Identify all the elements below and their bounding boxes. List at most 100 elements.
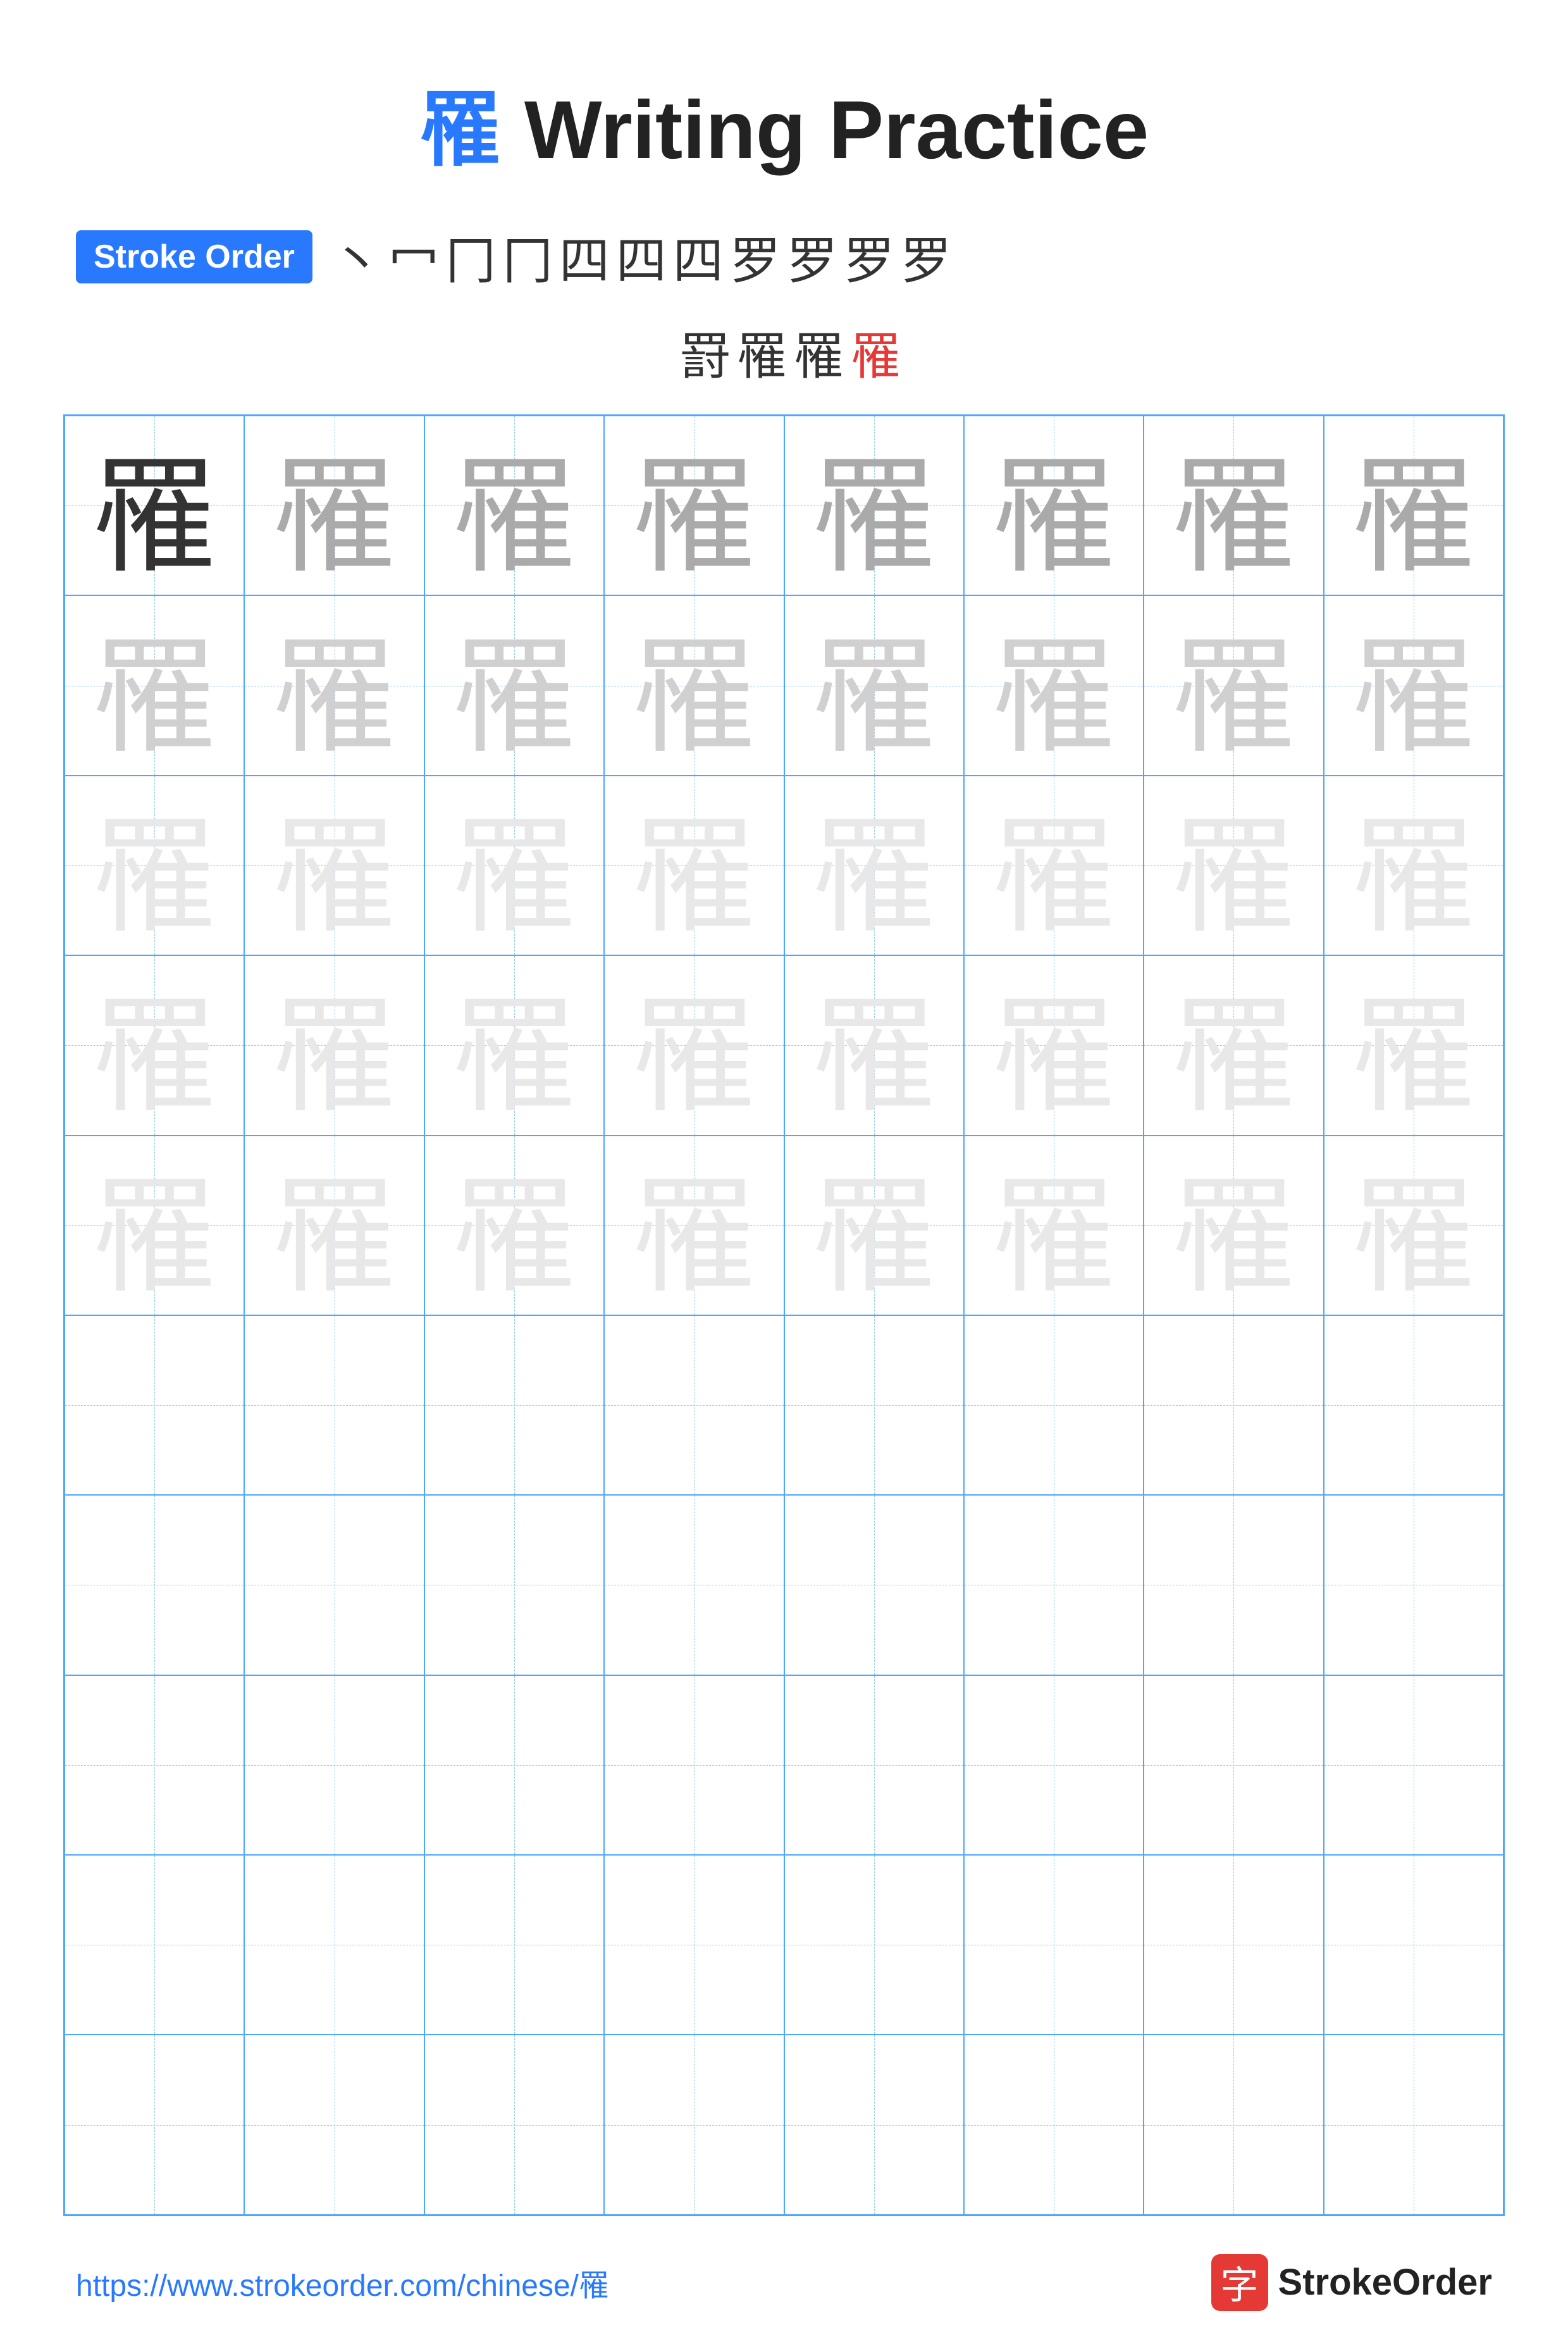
grid-cell[interactable] [1144, 1855, 1323, 2035]
grid-cell[interactable]: 罹 [244, 1136, 424, 1315]
grid-cell[interactable] [424, 1495, 604, 1675]
grid-cell[interactable]: 罹 [1324, 416, 1503, 595]
grid-cell[interactable] [1144, 1315, 1323, 1495]
grid-row-1: 罹 罹 罹 罹 罹 罹 罹 罹 [65, 416, 1503, 595]
stroke-11: 罗 [901, 220, 951, 294]
grid-cell[interactable] [65, 1315, 244, 1495]
grid-cell[interactable] [65, 1675, 244, 1855]
grid-cell[interactable]: 罹 [424, 595, 604, 775]
page: 罹 Writing Practice Stroke Order 丶 冖 冂 冂 … [0, 0, 1568, 2349]
grid-cell[interactable] [784, 1495, 964, 1675]
grid-cell[interactable]: 罹 [424, 776, 604, 955]
stroke-order-row2: 罸 罹 罹 罹 [667, 316, 901, 389]
grid-cell[interactable]: 罹 [244, 776, 424, 955]
grid-cell[interactable] [1324, 1675, 1503, 1855]
grid-cell[interactable] [65, 1855, 244, 2035]
grid-cell[interactable] [1144, 1495, 1323, 1675]
grid-cell[interactable] [964, 1855, 1144, 2035]
grid-row-3: 罹 罹 罹 罹 罹 罹 罹 罹 [65, 776, 1503, 955]
grid-row-4: 罹 罹 罹 罹 罹 罹 罹 罹 [65, 955, 1503, 1135]
grid-cell[interactable]: 罹 [964, 595, 1144, 775]
grid-cell[interactable]: 罹 [604, 416, 784, 595]
grid-cell[interactable] [424, 2035, 604, 2214]
grid-row-10 [65, 2035, 1503, 2214]
grid-cell[interactable] [784, 1855, 964, 2035]
grid-cell[interactable]: 罹 [964, 416, 1144, 595]
grid-cell[interactable]: 罹 [964, 1136, 1144, 1315]
grid-cell[interactable]: 罹 [65, 595, 244, 775]
stroke-14: 罹 [794, 316, 844, 389]
grid-cell[interactable]: 罹 [784, 595, 964, 775]
grid-cell[interactable] [604, 2035, 784, 2214]
title-text: Writing Practice [502, 84, 1149, 176]
grid-cell[interactable] [1324, 2035, 1503, 2214]
grid-cell[interactable] [424, 1315, 604, 1495]
grid-cell[interactable] [604, 1855, 784, 2035]
grid-cell[interactable]: 罹 [604, 1136, 784, 1315]
grid-cell[interactable]: 罹 [604, 776, 784, 955]
grid-cell[interactable]: 罹 [1324, 595, 1503, 775]
grid-cell[interactable]: 罹 [65, 776, 244, 955]
grid-cell[interactable]: 罹 [784, 416, 964, 595]
grid-cell[interactable]: 罹 [424, 955, 604, 1135]
stroke-12: 罸 [680, 316, 731, 389]
stroke-order-badge: Stroke Order [76, 230, 312, 283]
grid-cell[interactable] [424, 1855, 604, 2035]
grid-cell[interactable] [244, 1675, 424, 1855]
grid-cell[interactable]: 罹 [244, 955, 424, 1135]
stroke-4: 冂 [502, 220, 553, 294]
stroke-5: 四 [559, 220, 610, 294]
stroke-8: 罗 [730, 220, 781, 294]
grid-cell[interactable]: 罹 [1144, 776, 1323, 955]
grid-cell[interactable]: 罹 [964, 955, 1144, 1135]
grid-cell[interactable] [784, 1675, 964, 1855]
grid-cell[interactable]: 罹 [964, 776, 1144, 955]
grid-row-8 [65, 1675, 1503, 1855]
stroke-9: 罗 [787, 220, 837, 294]
grid-cell[interactable] [424, 1675, 604, 1855]
grid-cell[interactable]: 罹 [604, 955, 784, 1135]
grid-cell[interactable] [1144, 2035, 1323, 2214]
grid-cell[interactable] [1324, 1315, 1503, 1495]
grid-row-7 [65, 1495, 1503, 1675]
logo-char: 字 [1221, 2255, 1259, 2310]
grid-cell[interactable]: 罹 [1144, 416, 1323, 595]
grid-cell[interactable]: 罹 [1324, 1136, 1503, 1315]
grid-cell[interactable]: 罹 [1324, 776, 1503, 955]
grid-cell[interactable] [1324, 1855, 1503, 2035]
grid-cell[interactable]: 罹 [65, 416, 244, 595]
grid-cell[interactable]: 罹 [1144, 1136, 1323, 1315]
grid-cell[interactable] [784, 2035, 964, 2214]
grid-cell[interactable] [964, 1495, 1144, 1675]
grid-cell[interactable] [244, 1855, 424, 2035]
grid-cell[interactable]: 罹 [244, 595, 424, 775]
grid-cell[interactable] [244, 2035, 424, 2214]
grid-cell[interactable]: 罹 [1324, 955, 1503, 1135]
grid-cell[interactable]: 罹 [424, 1136, 604, 1315]
grid-cell[interactable] [1144, 1675, 1323, 1855]
grid-cell[interactable] [244, 1315, 424, 1495]
grid-cell[interactable]: 罹 [1144, 595, 1323, 775]
grid-cell[interactable] [964, 1315, 1144, 1495]
grid-cell[interactable] [604, 1315, 784, 1495]
grid-cell[interactable] [65, 1495, 244, 1675]
grid-cell[interactable]: 罹 [65, 955, 244, 1135]
grid-cell[interactable] [784, 1315, 964, 1495]
grid-cell[interactable] [964, 2035, 1144, 2214]
logo-text: StrokeOrder [1278, 2261, 1492, 2303]
grid-cell[interactable]: 罹 [424, 416, 604, 595]
grid-cell[interactable] [65, 2035, 244, 2214]
grid-cell[interactable]: 罹 [604, 595, 784, 775]
grid-cell[interactable] [1324, 1495, 1503, 1675]
grid-cell[interactable]: 罹 [784, 955, 964, 1135]
grid-cell[interactable] [604, 1675, 784, 1855]
grid-cell[interactable]: 罹 [1144, 955, 1323, 1135]
grid-cell[interactable] [604, 1495, 784, 1675]
grid-cell[interactable]: 罹 [65, 1136, 244, 1315]
grid-cell[interactable]: 罹 [244, 416, 424, 595]
grid-cell[interactable]: 罹 [784, 1136, 964, 1315]
grid-cell[interactable] [964, 1675, 1144, 1855]
grid-cell[interactable] [244, 1495, 424, 1675]
grid-cell[interactable]: 罹 [784, 776, 964, 955]
footer-url[interactable]: https://www.strokeorder.com/chinese/罹 [76, 2260, 609, 2305]
